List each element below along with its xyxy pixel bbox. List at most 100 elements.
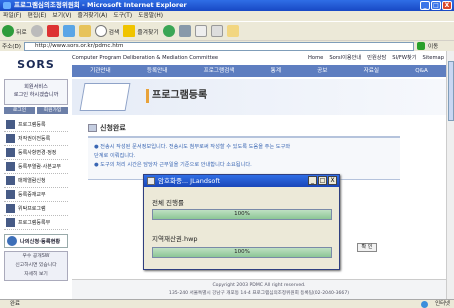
document-icon xyxy=(88,124,97,132)
page-banner: 프로그램등록 xyxy=(72,79,446,115)
menu-square-icon xyxy=(6,162,15,171)
sidebar-item[interactable]: 위탁프로그램 xyxy=(4,202,68,216)
login-button[interactable]: 로그인 xyxy=(4,107,35,114)
total-progress-label: 전체 진행률 xyxy=(152,199,184,207)
menu-tools[interactable]: 도구(T) xyxy=(113,11,132,21)
file-progress-percent: 100% xyxy=(234,249,250,255)
address-label: 주소(D) xyxy=(2,44,21,50)
sidebar-item[interactable]: 등록사항변경·정정 xyxy=(4,146,68,160)
menu-square-icon xyxy=(6,218,15,227)
file-progress-label: 지역재산권.hwp xyxy=(152,235,198,243)
nav-notice[interactable]: 공보 xyxy=(317,65,327,77)
back-arrow-icon xyxy=(2,25,14,37)
back-button[interactable]: 뒤로 xyxy=(2,25,27,37)
user-icon xyxy=(7,236,17,246)
address-input[interactable]: http://www.sors.or.kr/pdmc.htm xyxy=(23,41,414,51)
search-icon xyxy=(94,25,107,37)
app-icon xyxy=(147,177,155,185)
folder-icon[interactable] xyxy=(226,25,239,37)
history-icon[interactable] xyxy=(178,25,191,37)
sidebar-item[interactable]: 등록증재교부 xyxy=(4,188,68,202)
vertical-scrollbar[interactable] xyxy=(446,51,454,299)
login-line-1: 회원서비스 xyxy=(24,84,48,90)
print-icon[interactable] xyxy=(210,25,223,37)
menu-bar: 파일(F) 편집(E) 보기(V) 즐겨찾기(A) 도구(T) 도움말(H) xyxy=(0,11,454,21)
address-bar: 주소(D) http://www.sors.or.kr/pdmc.htm 이동 xyxy=(0,40,454,51)
file-progress-bar: 100% xyxy=(152,247,332,258)
go-button[interactable]: 이동 xyxy=(428,42,438,50)
minimize-button[interactable]: _ xyxy=(420,1,430,10)
top-link-guide[interactable]: Sorsl이용안내 xyxy=(329,53,361,63)
go-arrow-icon[interactable] xyxy=(416,42,425,50)
total-progress-bar: 100% xyxy=(152,209,332,220)
globe-icon xyxy=(421,301,428,308)
dialog-maximize-button[interactable]: □ xyxy=(318,176,327,185)
menu-square-icon xyxy=(6,204,15,213)
close-button[interactable]: X xyxy=(442,1,452,10)
nav-program-search[interactable]: 프로그램검색 xyxy=(204,65,235,77)
confirm-button[interactable]: 확 인 xyxy=(357,243,377,252)
menu-square-icon xyxy=(6,134,15,143)
nav-statistics[interactable]: 통계 xyxy=(271,65,281,77)
browser-toolbar: 뒤로 검색 즐겨찾기 xyxy=(0,21,454,40)
dialog-title: 암호화중... JLandsoft xyxy=(158,177,221,185)
nav-archive[interactable]: 자료실 xyxy=(364,65,379,77)
nav-about[interactable]: 기관안내 xyxy=(90,65,111,77)
top-strip: Computer Program Deliberation & Mediatio… xyxy=(72,53,446,63)
window-titlebar: 프로그램심의조정위원회 - Microsoft Internet Explore… xyxy=(0,0,454,11)
top-link-counsel[interactable]: 민원상담 xyxy=(367,53,386,63)
dialog-minimize-button[interactable]: _ xyxy=(308,176,317,185)
encryption-progress-dialog: 암호화중... JLandsoft _ □ X 전체 진행률 100% 지역재산… xyxy=(143,174,340,270)
menu-view[interactable]: 보기(V) xyxy=(52,11,71,21)
internet-explorer-icon xyxy=(3,2,11,9)
notice-line: ● 전송시 작성된 문서정보입니다. 전송시도 첨부로써 작성할 수 있도록 도… xyxy=(94,144,291,150)
menu-file[interactable]: 파일(F) xyxy=(3,11,22,21)
my-status-banner[interactable]: 나의신청·등록현황 xyxy=(4,234,68,248)
main-nav: 기관안내 등록안내 프로그램검색 통계 공보 자료실 Q&A xyxy=(72,65,446,77)
login-box: 회원서비스 로그인 하시겠습니까 xyxy=(4,79,68,105)
menu-square-icon xyxy=(6,148,15,157)
notebook-pen-illustration xyxy=(79,83,131,111)
site-subtitle: Computer Program Deliberation & Mediatio… xyxy=(72,55,219,61)
sidebar-item[interactable]: 프로그램등록부 xyxy=(4,216,68,230)
login-line-2: 로그인 하시겠습니까 xyxy=(13,92,59,98)
notice-line: ● 도구의 처리 시간은 담당자 근무일을 기준으로 안내합니다 소요됩니다. xyxy=(94,162,252,168)
stop-icon[interactable] xyxy=(46,25,59,37)
notice-line: 단계로 이뤄집니다. xyxy=(94,153,136,159)
dialog-titlebar: 암호화중... JLandsoft _ □ X xyxy=(144,175,339,187)
security-zone: 인터넷 xyxy=(435,301,450,307)
refresh-icon[interactable] xyxy=(62,25,75,37)
dialog-close-button[interactable]: X xyxy=(328,176,337,185)
scroll-thumb[interactable] xyxy=(448,61,454,121)
maximize-button[interactable]: □ xyxy=(431,1,441,10)
status-text: 완료 xyxy=(10,301,20,307)
star-icon xyxy=(123,25,136,37)
top-link-sitemap[interactable]: Sitemap xyxy=(423,53,445,63)
side-ad[interactable]: 우수 공개SW 신고하시면 있습니다 자세히 보기 xyxy=(4,251,68,281)
menu-square-icon xyxy=(6,120,15,129)
menu-favorites[interactable]: 즐겨찾기(A) xyxy=(78,11,108,21)
home-icon[interactable] xyxy=(78,25,91,37)
menu-help[interactable]: 도움말(H) xyxy=(138,11,163,21)
favorites-button[interactable]: 즐겨찾기 xyxy=(123,25,159,37)
media-icon[interactable] xyxy=(162,25,175,37)
forward-arrow-icon[interactable] xyxy=(30,25,43,37)
top-link-search[interactable]: SI/FW찾기 xyxy=(392,53,416,63)
signup-button[interactable]: 회원가입 xyxy=(37,107,68,114)
status-bar: 완료 인터넷 xyxy=(0,299,454,308)
site-logo[interactable]: SORS xyxy=(6,55,66,75)
menu-edit[interactable]: 편집(E) xyxy=(28,11,47,21)
sidebar-item[interactable]: 등록부열람·사본교부 xyxy=(4,160,68,174)
nav-qna[interactable]: Q&A xyxy=(415,65,428,77)
menu-square-icon xyxy=(6,190,15,199)
mail-icon[interactable] xyxy=(194,25,207,37)
menu-square-icon xyxy=(6,176,15,185)
sidebar: 회원서비스 로그인 하시겠습니까 로그인 회원가입 프로그램등록 저작권이전등록… xyxy=(4,79,68,299)
nav-registration[interactable]: 등록안내 xyxy=(147,65,168,77)
search-button[interactable]: 검색 xyxy=(94,25,119,37)
sidebar-item[interactable]: 프로그램등록 xyxy=(4,118,68,132)
top-link-home[interactable]: Home xyxy=(308,53,323,63)
sidebar-item[interactable]: 매체열람신청 xyxy=(4,174,68,188)
sidebar-item[interactable]: 저작권이전등록 xyxy=(4,132,68,146)
section-title: 신청완료 xyxy=(88,123,126,133)
